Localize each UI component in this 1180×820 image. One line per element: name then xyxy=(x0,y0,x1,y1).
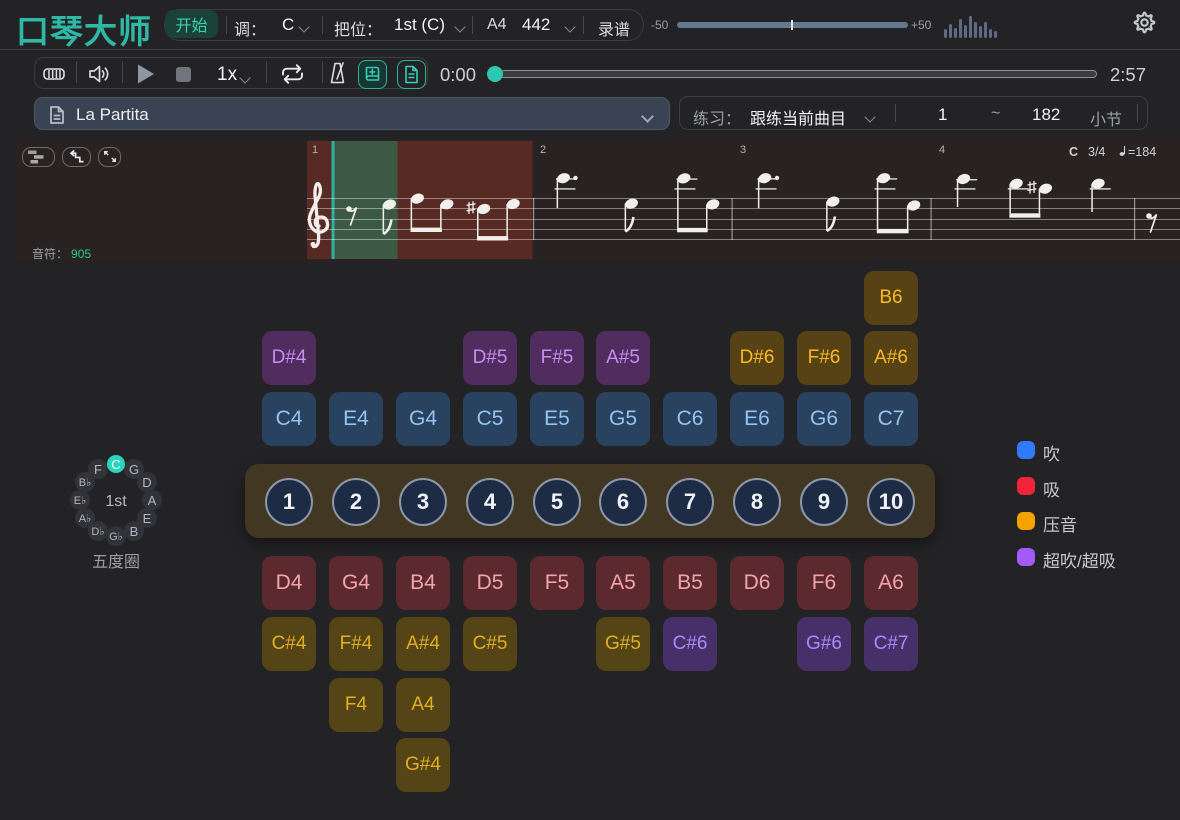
svg-text:=184: =184 xyxy=(1128,145,1156,159)
svg-text:1: 1 xyxy=(312,144,318,156)
svg-text:C: C xyxy=(1069,145,1078,159)
svg-text:2: 2 xyxy=(540,144,546,156)
svg-text:4: 4 xyxy=(939,144,945,156)
svg-text:3/4: 3/4 xyxy=(1088,145,1105,159)
svg-text:3: 3 xyxy=(740,144,746,156)
